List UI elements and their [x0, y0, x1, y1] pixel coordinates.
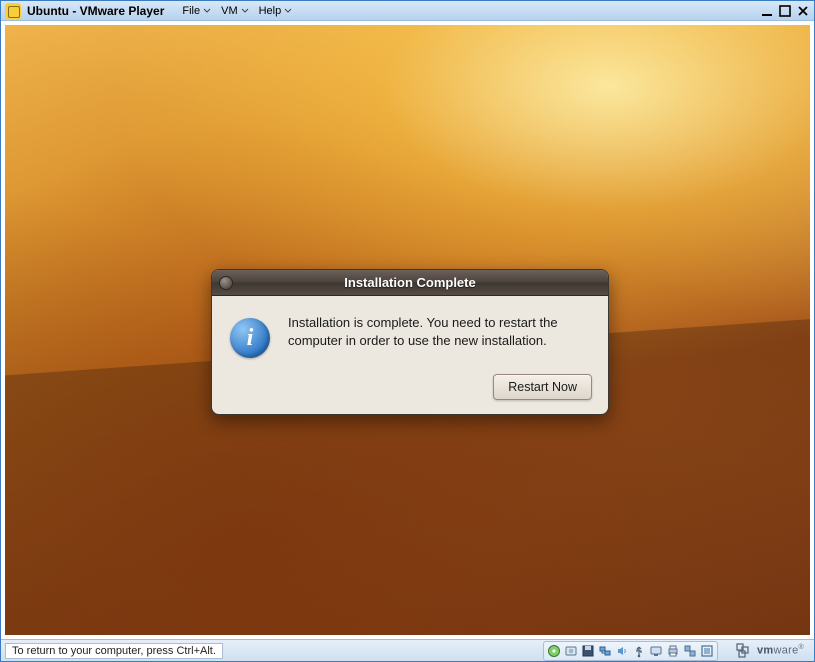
- menu-help[interactable]: Help: [255, 3, 297, 19]
- window-controls: [760, 4, 810, 18]
- vmware-brand-text: vmware®: [757, 644, 804, 657]
- maximize-icon: [779, 5, 791, 17]
- dialog-close-button[interactable]: [219, 276, 233, 290]
- restart-now-button[interactable]: Restart Now: [493, 374, 592, 400]
- maximize-button[interactable]: [778, 4, 792, 18]
- fullscreen-icon[interactable]: [699, 643, 715, 659]
- chevron-down-icon: [241, 8, 249, 13]
- vmware-app-icon: [5, 3, 21, 19]
- chevron-down-icon: [203, 8, 211, 13]
- menu-vm-label: VM: [221, 5, 238, 17]
- dialog-body: i Installation is complete. You need to …: [212, 296, 608, 374]
- unity-icon[interactable]: [682, 643, 698, 659]
- network-icon[interactable]: [597, 643, 613, 659]
- status-hint: To return to your computer, press Ctrl+A…: [5, 643, 223, 659]
- menu-help-label: Help: [259, 5, 282, 17]
- menu-bar: File VM Help: [178, 3, 296, 19]
- sound-icon[interactable]: [614, 643, 630, 659]
- printer-icon[interactable]: [665, 643, 681, 659]
- device-tray: [543, 641, 718, 661]
- menu-file[interactable]: File: [178, 3, 215, 19]
- minimize-button[interactable]: [760, 4, 774, 18]
- dialog-buttons: Restart Now: [212, 374, 608, 414]
- status-bar: To return to your computer, press Ctrl+A…: [1, 639, 814, 661]
- dialog-title: Installation Complete: [212, 275, 608, 290]
- installation-complete-dialog: Installation Complete i Installation is …: [211, 269, 609, 415]
- vmware-brand[interactable]: vmware®: [730, 643, 810, 659]
- menu-file-label: File: [182, 5, 200, 17]
- info-icon: i: [230, 318, 270, 358]
- title-bar: Ubuntu - VMware Player File VM Help: [1, 1, 814, 21]
- vmware-logo-icon: [736, 643, 752, 659]
- floppy-icon[interactable]: [580, 643, 596, 659]
- window-title: Ubuntu - VMware Player: [27, 4, 164, 18]
- menu-vm[interactable]: VM: [217, 3, 253, 19]
- close-button[interactable]: [796, 4, 810, 18]
- close-icon: [797, 5, 809, 17]
- vmware-player-window: Ubuntu - VMware Player File VM Help: [0, 0, 815, 662]
- minimize-icon: [761, 5, 773, 17]
- usb-icon[interactable]: [631, 643, 647, 659]
- chevron-down-icon: [284, 8, 292, 13]
- dialog-message: Installation is complete. You need to re…: [288, 314, 588, 358]
- hard-disk-icon[interactable]: [563, 643, 579, 659]
- dialog-titlebar[interactable]: Installation Complete: [212, 270, 608, 296]
- cdrom-icon[interactable]: [546, 643, 562, 659]
- display-icon[interactable]: [648, 643, 664, 659]
- vm-viewport[interactable]: Installation Complete i Installation is …: [5, 25, 810, 635]
